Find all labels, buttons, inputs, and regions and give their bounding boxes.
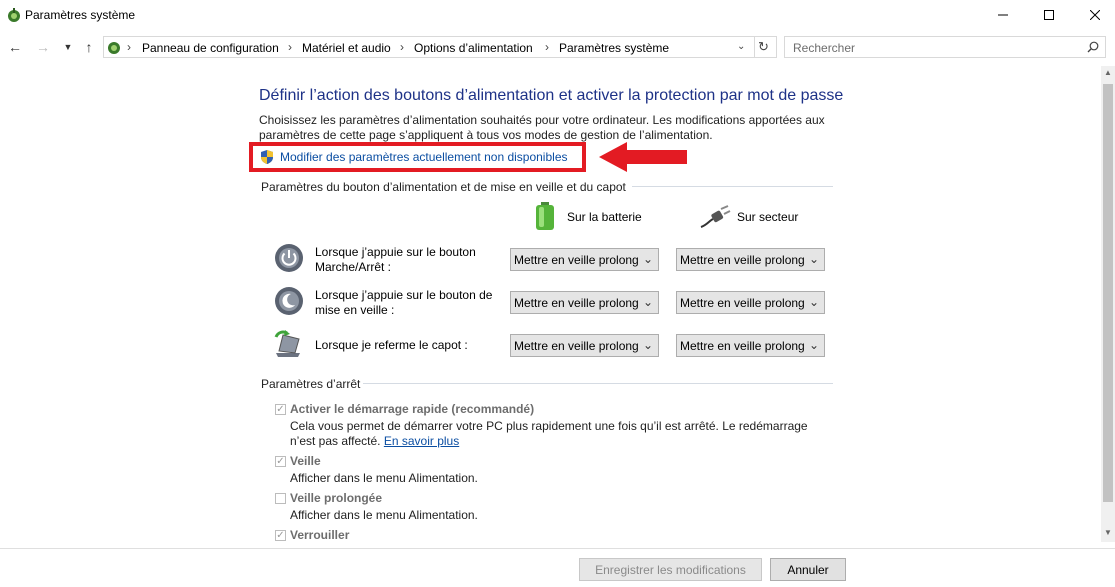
minimize-button[interactable] xyxy=(980,0,1026,30)
learn-more-link[interactable]: En savoir plus xyxy=(384,434,459,448)
hibernate-description: Afficher dans le menu Alimentation. xyxy=(290,508,478,522)
chevron-down-icon: ▼ xyxy=(63,42,73,52)
sleep-button-icon xyxy=(275,287,303,315)
minimize-icon xyxy=(998,14,1008,16)
search-input[interactable]: Rechercher xyxy=(784,36,1106,58)
hibernate-checkbox[interactable] xyxy=(275,493,286,504)
breadcrumb-power-options[interactable]: Options d’alimentation xyxy=(414,41,533,55)
breadcrumb-separator: › xyxy=(400,40,404,54)
select-value: Mettre en veille prolong xyxy=(680,296,805,310)
chevron-down-icon: ⌄ xyxy=(642,338,653,352)
uac-shield-icon xyxy=(261,150,273,164)
lid-close-battery-select[interactable]: Mettre en veille prolong ⌄ xyxy=(510,334,659,357)
power-button-icon xyxy=(275,244,303,272)
red-arrow-icon xyxy=(599,142,687,172)
page-intro: Choisissez les paramètres d’alimentation… xyxy=(259,113,825,142)
breadcrumb-control-panel[interactable]: Panneau de configuration xyxy=(142,41,279,55)
lid-close-ac-select[interactable]: Mettre en veille prolong ⌄ xyxy=(676,334,825,357)
refresh-icon[interactable]: ↻ xyxy=(758,39,769,55)
maximize-icon xyxy=(1044,10,1054,20)
breadcrumb-separator: › xyxy=(127,40,131,54)
hibernate-label: Veille prolongée xyxy=(290,491,383,505)
shutdown-section-title: Paramètres d’arrêt xyxy=(261,377,361,391)
power-button-battery-select[interactable]: Mettre en veille prolong ⌄ xyxy=(510,248,659,271)
select-value: Mettre en veille prolong xyxy=(514,296,639,310)
chevron-down-icon: ⌄ xyxy=(808,295,819,309)
chevron-down-icon: ⌄ xyxy=(642,295,653,309)
back-button[interactable]: ← xyxy=(6,38,24,56)
scroll-thumb[interactable] xyxy=(1103,84,1113,502)
section-divider xyxy=(363,383,833,384)
vertical-scrollbar[interactable]: ▲ ▼ xyxy=(1101,66,1115,542)
fast-startup-description: Cela vous permet de démarrer votre PC pl… xyxy=(290,419,835,449)
page-title: Définir l’action des boutons d’alimentat… xyxy=(259,87,844,104)
sleep-button-battery-select[interactable]: Mettre en veille prolong ⌄ xyxy=(510,291,659,314)
scroll-down-icon[interactable]: ▼ xyxy=(1104,528,1112,537)
laptop-lid-icon xyxy=(274,330,300,357)
select-value: Mettre en veille prolong xyxy=(680,339,805,353)
plug-icon xyxy=(700,205,731,228)
breadcrumb-separator: › xyxy=(545,40,549,54)
scroll-up-icon[interactable]: ▲ xyxy=(1104,68,1112,77)
breadcrumb-system-settings[interactable]: Paramètres système xyxy=(559,41,669,55)
chevron-down-icon: ⌄ xyxy=(808,252,819,266)
select-value: Mettre en veille prolong xyxy=(680,253,805,267)
sleep-button-label: Lorsque j’appuie sur le bouton de mise e… xyxy=(315,288,493,317)
fast-startup-checkbox[interactable]: ✓ xyxy=(275,404,286,415)
fast-startup-desc-text: Cela vous permet de démarrer votre PC pl… xyxy=(290,419,808,448)
address-bar[interactable]: › Panneau de configuration › Matériel et… xyxy=(103,36,777,58)
recent-locations-button[interactable]: ▼ xyxy=(59,38,77,56)
search-placeholder: Rechercher xyxy=(793,41,856,55)
battery-column-header: Sur la batterie xyxy=(567,210,642,224)
power-button-ac-select[interactable]: Mettre en veille prolong ⌄ xyxy=(676,248,825,271)
ac-column-header: Sur secteur xyxy=(737,210,799,224)
sleep-label: Veille xyxy=(290,454,321,468)
lid-close-label: Lorsque je referme le capot : xyxy=(315,338,468,352)
lock-checkbox[interactable]: ✓ xyxy=(275,530,286,541)
up-arrow-icon: ↑ xyxy=(85,39,93,55)
up-button[interactable]: ↑ xyxy=(80,38,98,56)
title-bar: Paramètres système xyxy=(0,0,1115,30)
back-arrow-icon: ← xyxy=(8,39,22,55)
power-buttons-section-title: Paramètres du bouton d’alimentation et d… xyxy=(261,180,626,194)
forward-arrow-icon: → xyxy=(36,39,50,55)
button-bar xyxy=(0,548,1115,587)
cancel-button[interactable]: Annuler xyxy=(770,558,846,581)
select-value: Mettre en veille prolong xyxy=(514,339,639,353)
fast-startup-label: Activer le démarrage rapide (recommandé) xyxy=(290,402,535,416)
power-options-icon xyxy=(8,8,20,22)
close-icon xyxy=(1090,10,1100,20)
sleep-button-ac-select[interactable]: Mettre en veille prolong ⌄ xyxy=(676,291,825,314)
chevron-down-icon: ⌄ xyxy=(642,252,653,266)
section-divider xyxy=(632,186,833,187)
sleep-checkbox[interactable]: ✓ xyxy=(275,456,286,467)
sleep-description: Afficher dans le menu Alimentation. xyxy=(290,471,478,485)
select-value: Mettre en veille prolong xyxy=(514,253,639,267)
search-icon xyxy=(1087,41,1099,53)
breadcrumb-separator: › xyxy=(288,40,292,54)
save-changes-button[interactable]: Enregistrer les modifications xyxy=(579,558,762,581)
forward-button[interactable]: → xyxy=(34,38,52,56)
window-title: Paramètres système xyxy=(25,8,136,22)
control-panel-icon xyxy=(108,42,120,54)
address-divider xyxy=(754,37,755,57)
address-dropdown-icon[interactable]: ⌄ xyxy=(737,41,745,52)
breadcrumb-hardware-sound[interactable]: Matériel et audio xyxy=(302,41,391,55)
change-unavailable-settings-link[interactable]: Modifier des paramètres actuellement non… xyxy=(280,150,568,164)
close-button[interactable] xyxy=(1072,0,1115,30)
chevron-down-icon: ⌄ xyxy=(808,338,819,352)
battery-icon xyxy=(536,202,554,230)
lock-label: Verrouiller xyxy=(290,528,350,542)
maximize-button[interactable] xyxy=(1026,0,1072,30)
power-button-label: Lorsque j’appuie sur le bouton Marche/Ar… xyxy=(315,245,476,274)
